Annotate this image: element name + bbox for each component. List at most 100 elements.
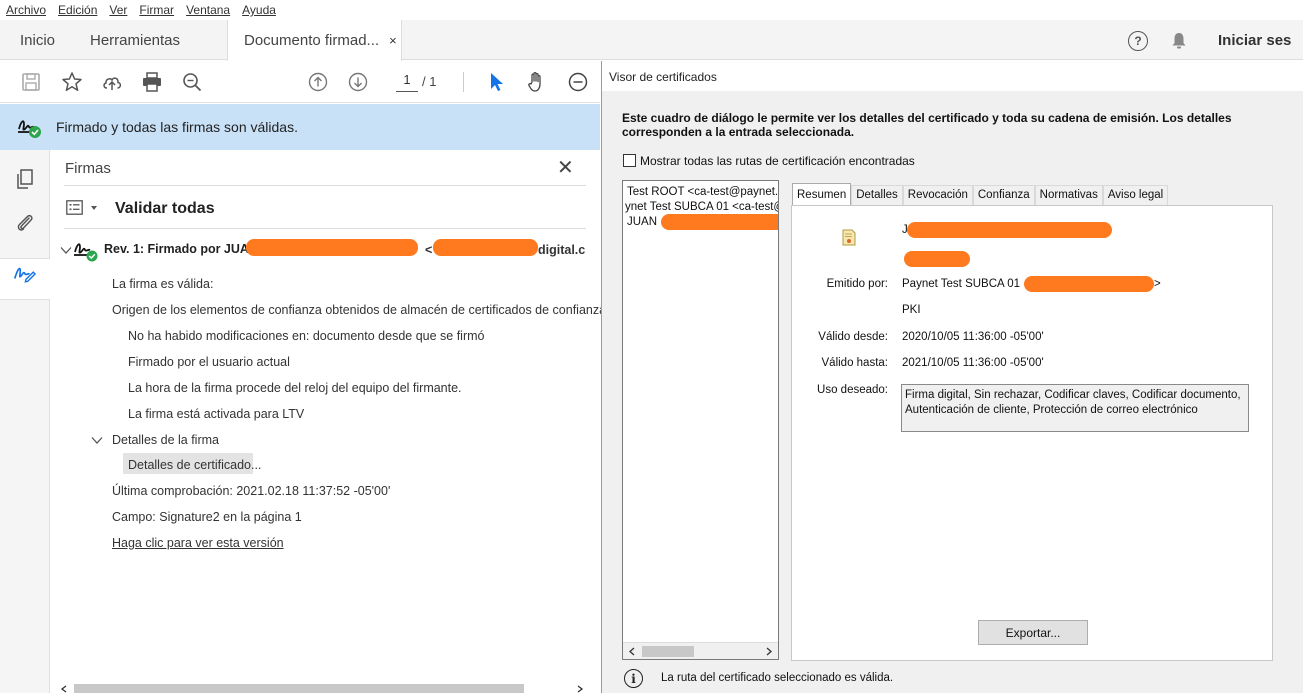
no-modifications-line: No ha habido modificaciones en: document… — [128, 329, 485, 343]
validate-all-button[interactable]: Validar todas — [115, 200, 215, 218]
path-status-text: La ruta del certificado seleccionado es … — [661, 672, 894, 684]
tab-confianza[interactable]: Confianza — [972, 185, 1035, 206]
valid-from-label: Válido desde: — [818, 331, 888, 343]
bookmark-star-icon[interactable] — [60, 70, 84, 94]
dialog-description: Este cuadro de diálogo le permite ver lo… — [622, 111, 1232, 139]
chain-list-scrollbar[interactable] — [623, 642, 778, 659]
trust-source-line: Origen de los elementos de confianza obt… — [112, 303, 624, 317]
cloud-upload-icon[interactable] — [100, 70, 124, 94]
view-version-link[interactable]: Haga clic para ver esta versión — [112, 536, 284, 550]
revision-label: Rev. 1: Firmado por JUAN — [104, 242, 258, 256]
issued-by-value: Paynet Test SUBCA 01 — [902, 278, 1021, 290]
signatures-panel-title: Firmas — [65, 160, 111, 177]
select-cursor-icon[interactable] — [484, 70, 508, 94]
banner-text: Firmado y todas las firmas son válidas. — [56, 119, 298, 135]
menu-bar: Archivo Edición Ver Firmar Ventana Ayuda — [0, 0, 1303, 20]
tab-close-icon[interactable]: × — [389, 33, 397, 48]
tab-resumen[interactable]: Resumen — [792, 183, 852, 206]
info-icon: i — [624, 669, 643, 688]
valid-to-label: Válido hasta: — [821, 357, 889, 369]
zoom-out-icon[interactable] — [566, 70, 590, 94]
save-icon[interactable] — [19, 70, 43, 94]
menu-ventana[interactable]: Ventana — [186, 3, 230, 17]
signatures-panel: Firmas ✕ Validar todas Rev. 1: Firmado p… — [51, 150, 623, 693]
intended-usage-label: Uso deseado: — [817, 384, 888, 396]
tab-normativas[interactable]: Normativas — [1034, 185, 1103, 206]
menu-firmar[interactable]: Firmar — [139, 3, 174, 17]
sign-time-line: La hora de la firma procede del reloj de… — [128, 381, 462, 395]
pages-icon[interactable] — [13, 167, 37, 191]
scroll-right-icon[interactable] — [765, 647, 773, 656]
signed-valid-icon — [18, 120, 41, 138]
page-up-icon[interactable] — [306, 70, 330, 94]
main-toolbar: 1 / 1 — [0, 61, 600, 103]
attachment-icon[interactable] — [13, 211, 37, 235]
scroll-left-icon[interactable] — [60, 685, 68, 693]
revision-email-start: < — [425, 243, 433, 257]
field-line: Campo: Signature2 en la página 1 — [112, 510, 302, 524]
revision-email-end: digital.c — [538, 243, 586, 257]
scroll-thumb[interactable] — [642, 646, 694, 657]
chevron-down-icon[interactable] — [91, 436, 103, 445]
options-list-icon[interactable] — [66, 200, 83, 215]
menu-ver[interactable]: Ver — [109, 3, 127, 17]
issued-by-value-end: > — [1154, 278, 1161, 290]
issued-by-org: PKI — [902, 304, 921, 316]
certificate-details-link[interactable]: Detalles de certificado... — [128, 458, 261, 472]
options-dropdown-icon[interactable] — [90, 205, 98, 211]
divider — [64, 228, 586, 229]
summary-panel: J Emitido por: Paynet Test SUBCA 01 > PK… — [791, 205, 1273, 661]
page-total: / 1 — [422, 74, 437, 89]
page-number-input[interactable]: 1 — [396, 72, 418, 92]
chain-item-root[interactable]: Test ROOT <ca-test@paynet. — [627, 186, 778, 198]
zoom-search-icon[interactable] — [180, 70, 204, 94]
last-checked-line: Última comprobación: 2021.02.18 11:37:52… — [112, 484, 391, 498]
valid-to-value: 2021/10/05 11:36:00 -05'00' — [902, 357, 1044, 369]
export-button[interactable]: Exportar... — [978, 620, 1088, 645]
tab-aviso-legal[interactable]: Aviso legal — [1102, 185, 1169, 206]
left-rail — [0, 150, 50, 693]
menu-edicion[interactable]: Edición — [58, 3, 97, 17]
sig-valid-line: La firma es válida: — [112, 277, 214, 291]
redacted-name — [246, 239, 418, 256]
page-down-icon[interactable] — [346, 70, 370, 94]
tab-document[interactable]: Documento firmad... × — [227, 20, 402, 61]
scroll-left-icon[interactable] — [628, 647, 636, 656]
bell-icon[interactable] — [1171, 32, 1187, 50]
hand-tool-icon[interactable] — [524, 70, 548, 94]
show-all-paths-checkbox[interactable] — [623, 154, 636, 167]
redacted-subject-name — [907, 222, 1112, 238]
menu-ayuda[interactable]: Ayuda — [242, 3, 276, 17]
redacted-email — [433, 239, 538, 256]
scroll-thumb[interactable] — [74, 684, 524, 693]
print-icon[interactable] — [140, 70, 164, 94]
intended-usage-value: Firma digital, Sin rechazar, Codificar c… — [901, 384, 1249, 432]
signed-by-user-line: Firmado por el usuario actual — [128, 355, 290, 369]
valid-from-value: 2020/10/05 11:36:00 -05'00' — [902, 331, 1044, 343]
panel-horizontal-scrollbar[interactable] — [60, 683, 590, 693]
chain-item-user[interactable]: JUAN — [627, 216, 657, 228]
scroll-right-icon[interactable] — [576, 685, 584, 693]
certificate-chain-list[interactable]: Test ROOT <ca-test@paynet. ynet Test SUB… — [622, 180, 779, 660]
chain-item-subca[interactable]: ynet Test SUBCA 01 <ca-test@ — [625, 201, 778, 213]
tab-document-label: Documento firmad... — [244, 32, 380, 49]
toolbar-divider — [463, 72, 464, 92]
signature-details-node[interactable]: Detalles de la firma — [112, 433, 219, 447]
tab-bar: Inicio Herramientas Documento firmad... … — [0, 20, 1303, 61]
certificate-tabs: Resumen Detalles Revocación Confianza No… — [792, 183, 1169, 206]
chevron-down-icon[interactable] — [60, 246, 72, 255]
sign-in-button[interactable]: Iniciar ses — [1218, 32, 1291, 49]
tab-revocacion[interactable]: Revocación — [902, 185, 973, 206]
help-icon[interactable]: ? — [1128, 31, 1148, 51]
panel-close-icon[interactable]: ✕ — [557, 155, 574, 180]
signed-valid-icon — [74, 243, 98, 262]
certificate-icon — [842, 229, 856, 246]
certificate-viewer-dialog: Visor de certificados Este cuadro de diá… — [601, 61, 1303, 693]
tab-detalles[interactable]: Detalles — [851, 185, 903, 206]
tab-inicio[interactable]: Inicio — [20, 20, 55, 60]
menu-archivo[interactable]: Archivo — [6, 3, 46, 17]
signature-panel-icon[interactable] — [12, 261, 36, 285]
show-all-paths-label: Mostrar todas las rutas de certificación… — [640, 154, 915, 168]
tab-herramientas[interactable]: Herramientas — [90, 20, 180, 60]
revision-signature-row[interactable]: Rev. 1: Firmado por JUAN — [104, 242, 258, 256]
